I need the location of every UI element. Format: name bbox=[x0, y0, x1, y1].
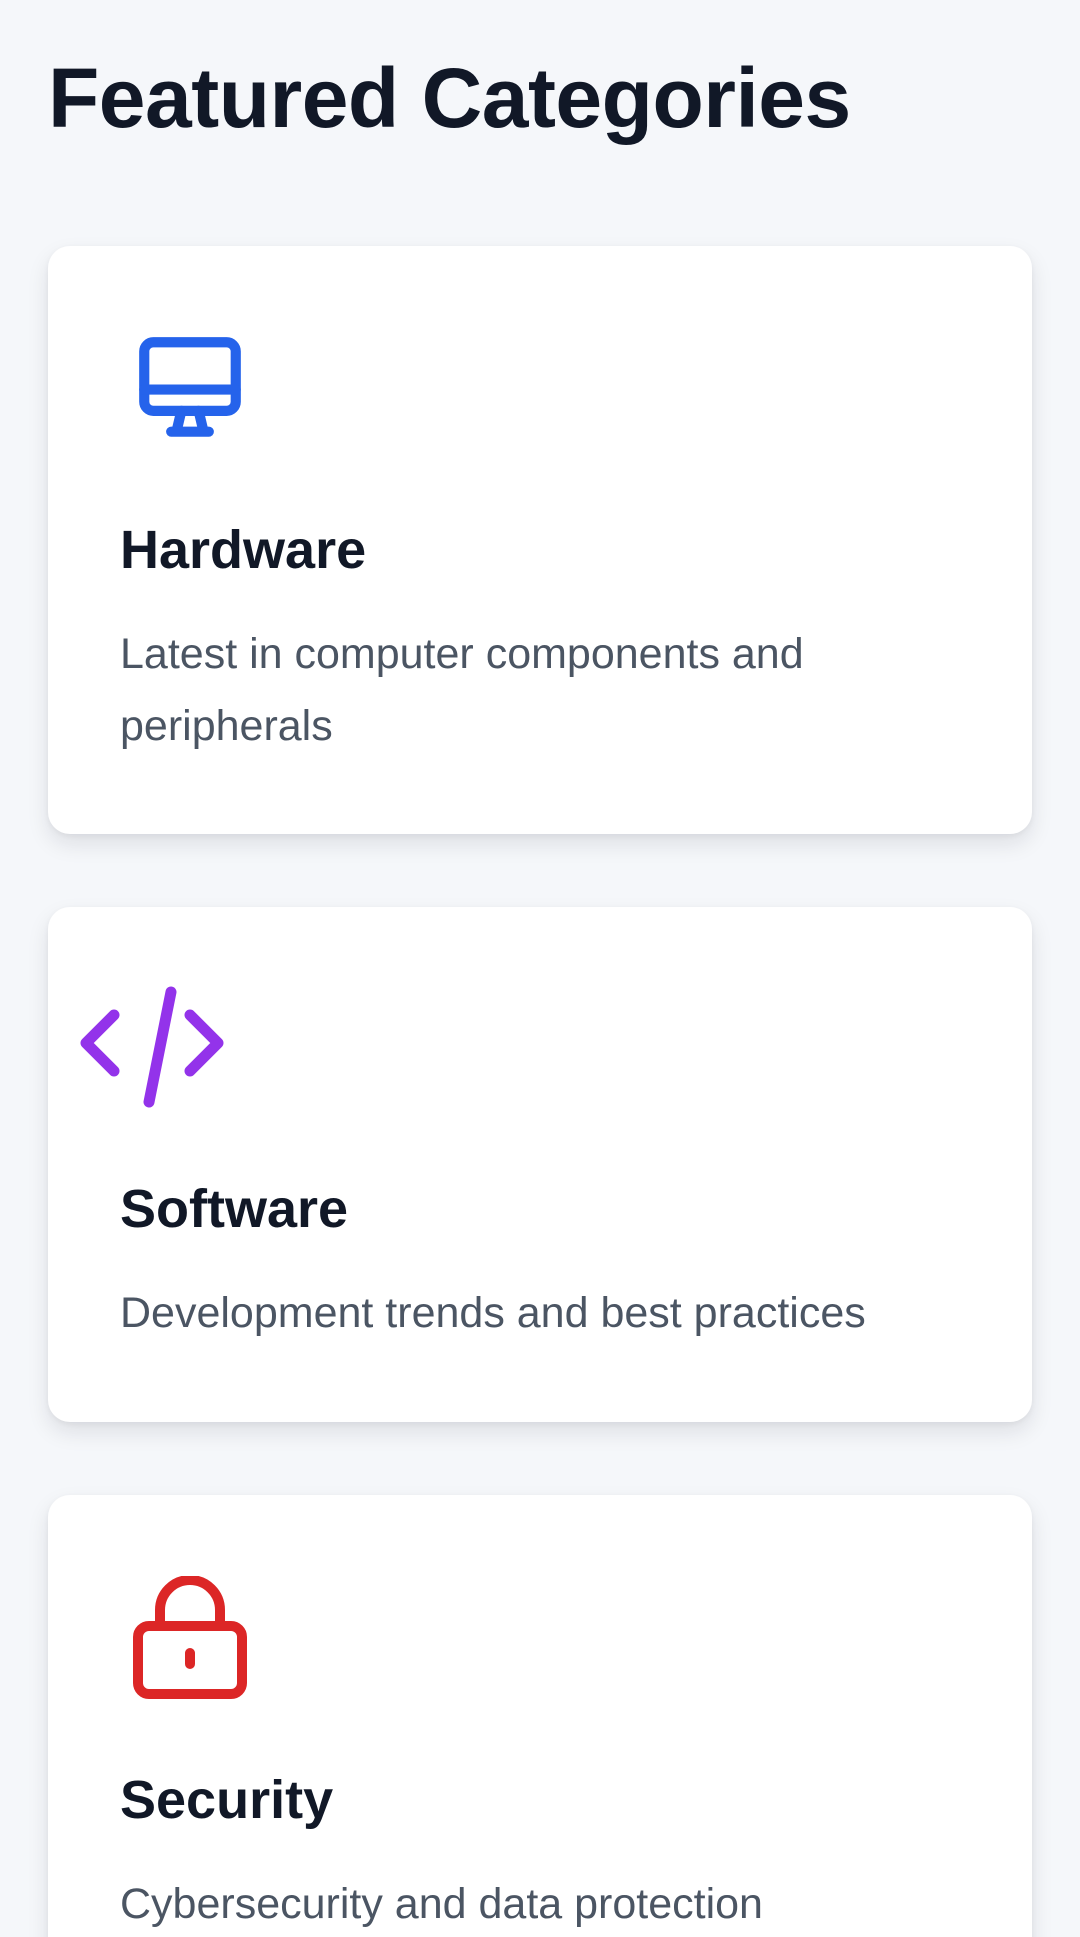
lock-icon bbox=[130, 1576, 250, 1700]
page-title: Featured Categories bbox=[48, 51, 851, 145]
category-description: Development trends and best practices bbox=[120, 1289, 866, 1337]
category-title: Software bbox=[120, 1179, 349, 1239]
category-title: Security bbox=[120, 1770, 334, 1830]
category-card-security[interactable]: Security Cybersecurity and data protecti… bbox=[48, 1495, 1032, 1937]
category-title: Hardware bbox=[120, 520, 367, 580]
category-description: Latest in computer components and periph… bbox=[120, 630, 804, 750]
page: Featured Categories Hardware Latest in c… bbox=[0, 0, 1080, 1937]
category-description: Cybersecurity and data protection bbox=[120, 1880, 763, 1928]
code-icon bbox=[78, 985, 226, 1111]
monitor-icon bbox=[129, 327, 251, 449]
category-card-hardware[interactable]: Hardware Latest in computer components a… bbox=[48, 246, 1032, 834]
category-card-software[interactable]: Software Development trends and best pra… bbox=[48, 907, 1032, 1422]
